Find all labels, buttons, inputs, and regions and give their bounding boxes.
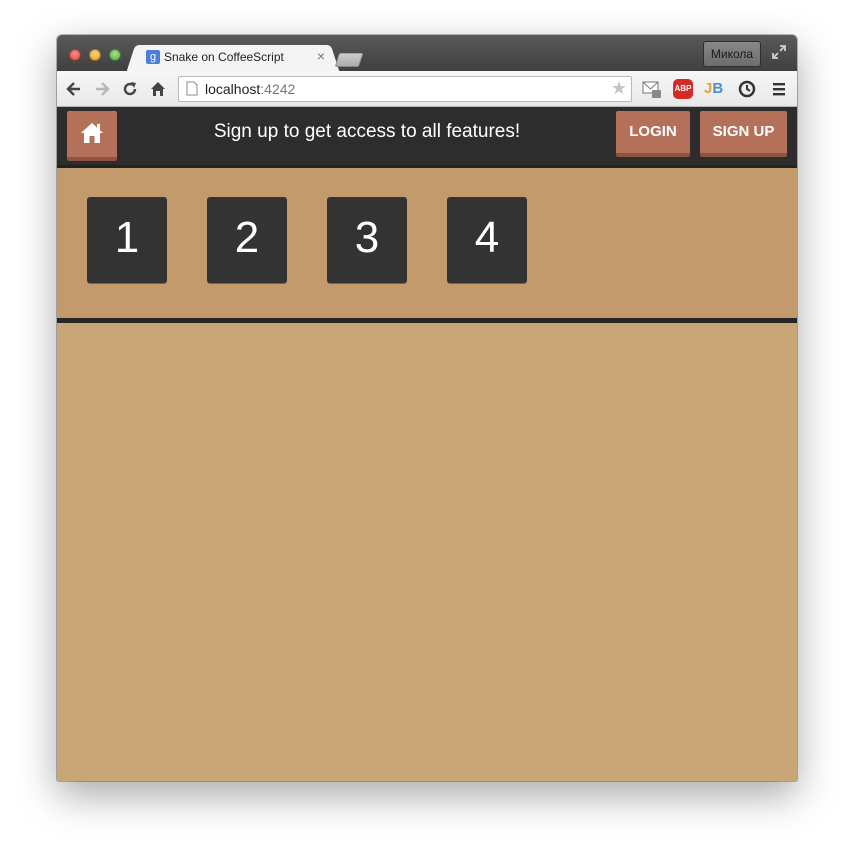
profile-button[interactable]: Микола [703,41,761,67]
level-selector: 1 2 3 4 [57,168,797,323]
google-favicon-icon: g [146,50,160,64]
adblock-plus-icon[interactable]: ABP [673,79,693,99]
browser-window: g Snake on CoffeeScript × Микола localho… [57,35,797,781]
title-bar: g Snake on CoffeeScript × Микола [57,35,797,71]
login-button[interactable]: LOGIN [616,111,690,157]
home-icon[interactable] [149,80,167,98]
reload-icon[interactable] [121,80,139,98]
close-tab-icon[interactable]: × [317,48,325,64]
fullscreen-icon[interactable] [771,44,787,60]
level-tile-3[interactable]: 3 [327,197,407,283]
signup-banner: Sign up to get access to all features! [213,121,521,142]
page-icon [186,81,198,96]
page-content: Sign up to get access to all features! L… [57,107,797,781]
level-tile-2[interactable]: 2 [207,197,287,283]
menu-icon[interactable] [769,79,789,99]
close-window-button[interactable] [69,49,81,61]
minimize-window-button[interactable] [89,49,101,61]
jetbrains-icon[interactable]: JB [704,79,724,99]
back-icon[interactable] [65,80,83,98]
zoom-window-button[interactable] [109,49,121,61]
bookmark-star-icon[interactable]: ★ [611,78,627,99]
url-text: localhost:4242 [205,81,295,97]
signup-button[interactable]: SIGN UP [700,111,787,157]
forward-icon[interactable] [93,80,111,98]
game-area[interactable] [57,323,797,781]
site-header: Sign up to get access to all features! L… [57,107,797,168]
tab-snake[interactable]: g Snake on CoffeeScript × [137,45,329,71]
address-bar[interactable]: localhost:4242 ★ [178,76,632,102]
tab-title: Snake on CoffeeScript [164,50,284,64]
url-host: localhost [205,81,261,97]
level-tile-4[interactable]: 4 [447,197,527,283]
url-port: :4242 [260,81,296,97]
new-tab-button[interactable] [334,53,364,67]
gmail-checker-icon[interactable] [642,79,662,99]
sync-icon[interactable] [737,79,757,99]
level-tile-1[interactable]: 1 [87,197,167,283]
browser-toolbar: localhost:4242 ★ ABP JB [57,71,797,107]
